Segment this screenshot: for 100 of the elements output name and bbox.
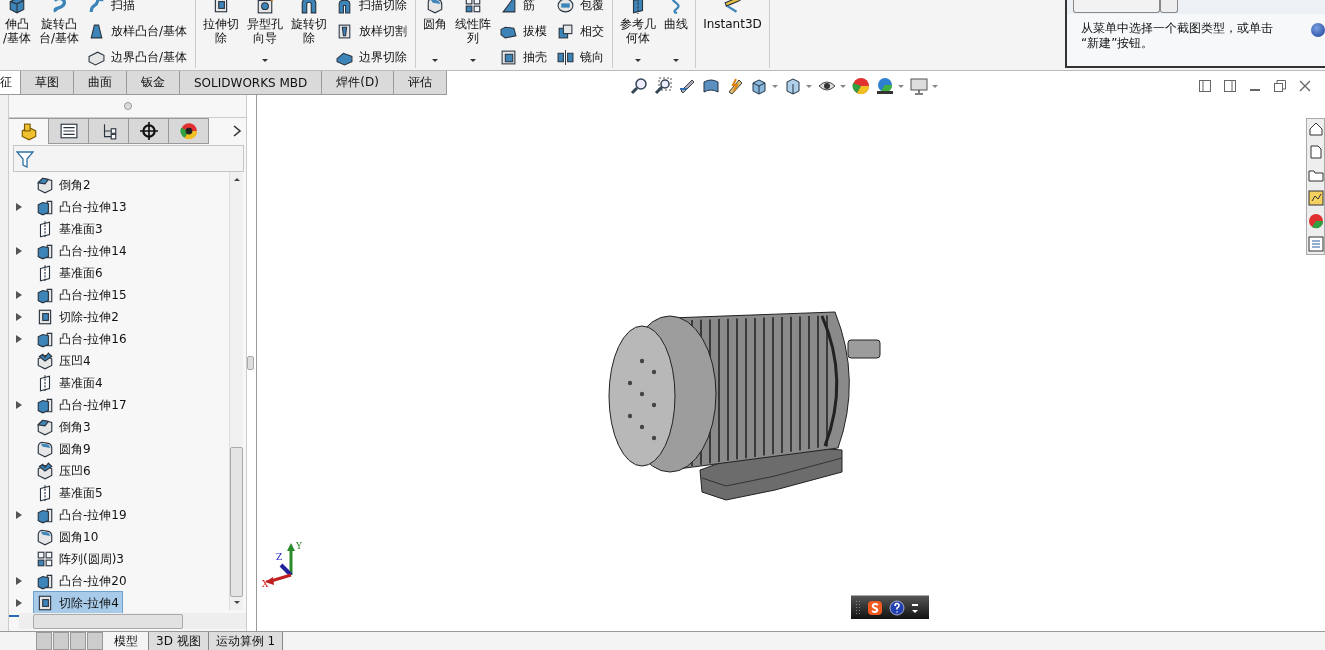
model-tab[interactable]: 运动算例 1: [208, 632, 284, 650]
expand-arrow-icon[interactable]: [15, 598, 23, 608]
model-tab[interactable]: 3D 视图: [149, 632, 209, 650]
tile-left-icon[interactable]: [1198, 79, 1212, 93]
caret-icon[interactable]: [805, 84, 812, 88]
ribbon-tab[interactable]: 曲面: [74, 71, 127, 94]
vertical-scrollbar[interactable]: [229, 172, 243, 610]
ribbon-button[interactable]: 边界切除: [336, 47, 408, 68]
expand-arrow-icon[interactable]: [15, 246, 23, 256]
tree-item[interactable]: 倒角2: [33, 173, 95, 197]
tree-item[interactable]: 圆角10: [33, 525, 103, 549]
monitor-icon[interactable]: [909, 77, 928, 95]
scroll-thumb[interactable]: [230, 447, 243, 597]
expand-arrow-icon[interactable]: [15, 400, 23, 410]
expand-arrow-icon[interactable]: [15, 290, 23, 300]
panel-tab[interactable]: [169, 118, 209, 144]
tree-item[interactable]: 凸台-拉伸17: [33, 393, 131, 417]
view-orientation-icon[interactable]: [749, 77, 768, 95]
section-view-icon[interactable]: [701, 77, 720, 95]
ribbon-button[interactable]: 边界凸台/基体: [88, 47, 188, 68]
color-ball-icon[interactable]: [1307, 213, 1324, 229]
expand-arrow-icon[interactable]: [15, 510, 23, 520]
panel-tab[interactable]: [129, 118, 169, 144]
folder-icon[interactable]: [1307, 167, 1324, 183]
ribbon-button[interactable]: 放样切割: [336, 21, 408, 42]
zoom-to-fit-icon[interactable]: [629, 77, 648, 95]
scene-icon[interactable]: [875, 77, 894, 95]
ribbon-tab[interactable]: 草图: [21, 71, 74, 94]
caret-icon[interactable]: [771, 84, 778, 88]
tree-item[interactable]: 凸台-拉伸16: [33, 327, 131, 351]
chart-icon[interactable]: [1307, 190, 1324, 206]
ribbon-button[interactable]: 异型孔 向导: [244, 0, 287, 68]
new-snip-button[interactable]: [1073, 0, 1160, 13]
zoom-area-icon[interactable]: [653, 77, 672, 95]
display-style-icon[interactable]: [783, 77, 802, 95]
tree-item[interactable]: 基准面4: [33, 371, 107, 395]
dropdown-button[interactable]: [1160, 0, 1178, 13]
ribbon-button[interactable]: 相交: [557, 21, 605, 42]
logo-icon[interactable]: [867, 599, 883, 616]
ribbon-button[interactable]: Instant3D: [700, 0, 765, 68]
expand-arrow-icon[interactable]: [15, 312, 23, 322]
ribbon-button[interactable]: 镜向: [557, 47, 605, 68]
home-icon[interactable]: [1307, 121, 1324, 137]
ribbon-button[interactable]: 包覆: [557, 0, 605, 16]
ribbon-tab[interactable]: SOLIDWORKS MBD: [180, 71, 323, 94]
ribbon-tab[interactable]: 焊件(D): [322, 71, 394, 94]
ribbon-button[interactable]: 筋: [500, 0, 548, 16]
tree-item[interactable]: 基准面5: [33, 481, 107, 505]
scroll-thumb[interactable]: [33, 613, 183, 629]
ribbon-button[interactable]: 伸凸 /基体: [0, 0, 35, 68]
list-icon[interactable]: [1307, 236, 1324, 252]
caret-icon[interactable]: [897, 84, 904, 88]
tree-item[interactable]: 凸台-拉伸13: [33, 195, 131, 219]
ribbon-button[interactable]: 旋转切 除: [288, 0, 331, 68]
panel-tab[interactable]: [49, 118, 89, 144]
document-icon[interactable]: [1307, 144, 1324, 160]
resize-handle[interactable]: [123, 102, 132, 110]
color-ball-icon[interactable]: [851, 77, 870, 95]
ribbon-button[interactable]: 线性阵 列: [452, 0, 495, 68]
ribbon-tab[interactable]: 钣金: [127, 71, 180, 94]
ribbon-tab[interactable]: 征: [0, 71, 21, 94]
ribbon-tab[interactable]: 评估: [393, 71, 447, 94]
ribbon-button[interactable]: 圆角: [420, 0, 451, 68]
help-icon[interactable]: [889, 599, 905, 616]
tree-item[interactable]: 切除-拉伸2: [33, 305, 123, 329]
expand-arrow-icon[interactable]: [15, 576, 23, 586]
caret-icon[interactable]: [839, 84, 846, 88]
tree-item[interactable]: 压凹4: [33, 349, 95, 373]
ribbon-button[interactable]: 曲线: [661, 0, 692, 68]
ribbon-button[interactable]: 扫描: [88, 0, 188, 16]
ribbon-button[interactable]: 旋转凸 台/基体: [36, 0, 83, 68]
tree-item[interactable]: 压凹6: [33, 459, 95, 483]
ribbon-button[interactable]: 参考几 何体: [617, 0, 660, 68]
tree-item[interactable]: 阵列(圆周)3: [33, 547, 128, 571]
horizontal-scrollbar[interactable]: [19, 613, 246, 629]
tree-item[interactable]: 倒角3: [33, 415, 95, 439]
ribbon-button[interactable]: 拔模: [500, 21, 548, 42]
tile-right-icon[interactable]: [1223, 79, 1237, 93]
collapse-handle[interactable]: [247, 356, 254, 370]
ribbon-button[interactable]: 放样凸台/基体: [88, 21, 188, 42]
restore-icon[interactable]: [1273, 79, 1287, 93]
ribbon-button[interactable]: 扫描切除: [336, 0, 408, 16]
tree-item[interactable]: 切除-拉伸4: [33, 591, 123, 615]
panel-tab[interactable]: [89, 118, 129, 144]
ribbon-button[interactable]: 拉伸切 除: [200, 0, 243, 68]
close-icon[interactable]: [1298, 79, 1312, 93]
tree-item[interactable]: 凸台-拉伸15: [33, 283, 131, 307]
tree-item[interactable]: 基准面3: [33, 217, 107, 241]
tree-item[interactable]: 凸台-拉伸14: [33, 239, 131, 263]
tree-item[interactable]: 凸台-拉伸19: [33, 503, 131, 527]
chevron-right-icon[interactable]: [231, 124, 243, 138]
caret-icon[interactable]: [931, 84, 938, 88]
expand-arrow-icon[interactable]: [15, 202, 23, 212]
ribbon-button[interactable]: 抽壳: [500, 47, 548, 68]
tree-item[interactable]: 圆角9: [33, 437, 95, 461]
tree-item[interactable]: 凸台-拉伸20: [33, 569, 131, 593]
previous-view-icon[interactable]: [677, 77, 696, 95]
expand-arrow-icon[interactable]: [15, 334, 23, 344]
tree-item[interactable]: 基准面6: [33, 261, 107, 285]
filter-field[interactable]: [13, 145, 244, 172]
